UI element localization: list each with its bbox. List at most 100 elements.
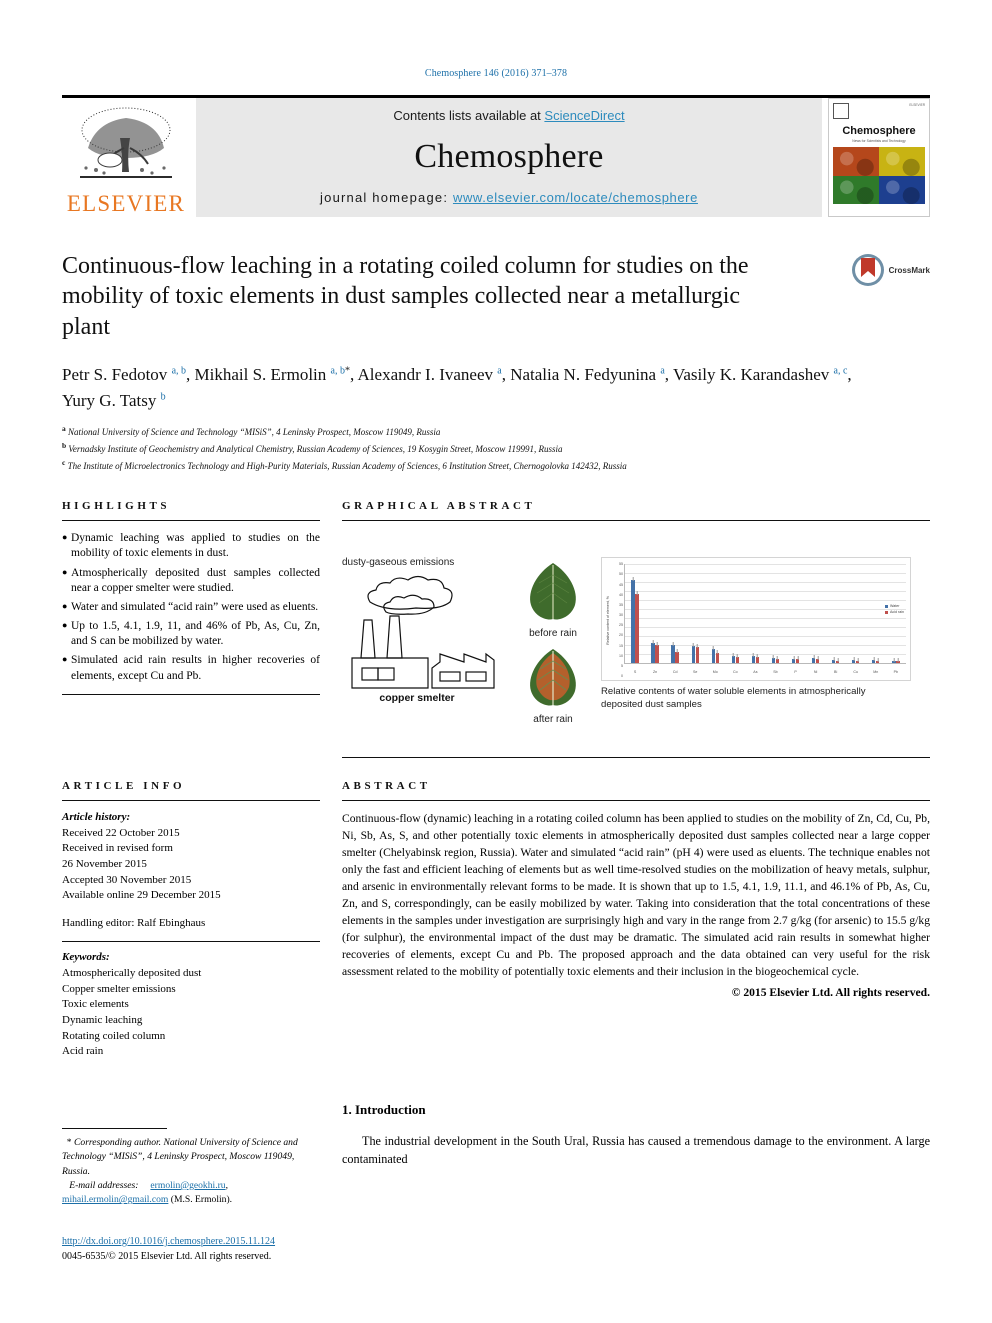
affiliation-text: The Institute of Microelectronics Techno… (67, 461, 627, 472)
affiliation-item: b Vernadsky Institute of Geochemistry an… (62, 440, 930, 457)
chart-x-tick: Se (693, 670, 698, 675)
footnote-star: * (66, 1136, 72, 1148)
chart-bar (651, 640, 655, 664)
footnote-block: * Corresponding author. National Univers… (62, 1094, 320, 1264)
journal-cover-thumbnail[interactable]: ELSEVIER Chemosphere News for Scientists… (828, 98, 930, 217)
cover-elsevier-mark-icon (833, 103, 849, 119)
highlight-item: ● Up to 1.5, 4.1, 1.9, 11, and 46% of Pb… (62, 619, 320, 649)
chart-bar (835, 657, 840, 664)
highlights-rule (62, 520, 320, 522)
chart-legend: Water Acid rain (884, 604, 904, 616)
chart-bar (811, 655, 816, 664)
chart-bar-group (771, 564, 780, 664)
factory-icon (351, 576, 495, 689)
graphical-abstract-heading: GRAPHICAL ABSTRACT (342, 500, 536, 513)
keywords-label: Keywords: (62, 951, 110, 964)
history-line: Received 22 October 2015 (62, 826, 180, 839)
introduction-paragraph: The industrial development in the South … (342, 1133, 930, 1167)
chart-error-bar (773, 654, 774, 659)
affiliation-list: a National University of Science and Tec… (62, 423, 930, 474)
chart-x-tick: Zn (652, 670, 658, 675)
abstract-heading: ABSTRACT (342, 780, 431, 793)
affiliation-item: a National University of Science and Tec… (62, 423, 930, 440)
chart-bar (815, 655, 820, 664)
chart-bar (876, 657, 880, 664)
chart-plot-area: S Zn Cd Se Mo Co As Sb P Ni Bi Cu Mn Pb (624, 564, 906, 674)
corresponding-author-text: Corresponding author. National Universit… (62, 1136, 298, 1177)
chart-bar-group (671, 564, 679, 664)
chart-caption: Relative contents of water soluble eleme… (601, 686, 866, 710)
contents-prefix: Contents lists available at (393, 108, 545, 123)
chart-y-tick: 20 (619, 633, 623, 638)
keyword-item: Copper smelter emissions (62, 982, 176, 995)
graphical-abstract-section: GRAPHICAL ABSTRACT dusty-gaseous emissio… (342, 500, 930, 759)
chart-bars (625, 564, 906, 664)
chart-error-bar (853, 657, 855, 662)
article-history-label: Article history: (62, 811, 131, 824)
chart-error-bar (753, 652, 754, 657)
chart-y-tick: 55 (619, 562, 623, 567)
article-info-heading: ARTICLE INFO (62, 780, 186, 793)
chart-bar-group (831, 564, 840, 664)
chart-error-bar (757, 653, 758, 658)
crossmark-badge[interactable]: CrossMark (851, 253, 930, 287)
leaf-green-icon (530, 563, 576, 620)
email-link-2[interactable]: mihail.ermolin@gmail.com (62, 1194, 168, 1205)
elsevier-tree-icon (80, 107, 172, 178)
chart-bar (791, 655, 796, 664)
corresponding-author-note: * Corresponding author. National Univers… (62, 1136, 320, 1179)
chart-error-bar (656, 642, 658, 647)
chart-bar (896, 657, 900, 664)
leaf-after-label: after rain (533, 714, 573, 726)
highlights-graphical-row: HIGHLIGHTS ● Dynamic leaching was applie… (62, 500, 930, 759)
affiliation-text: Vernadsky Institute of Geochemistry and … (68, 444, 563, 455)
leaf-comparison: before rain after rain (517, 535, 589, 733)
smelter-label: copper smelter (379, 692, 455, 705)
chart-x-tick: Co (733, 670, 738, 675)
chart-x-tick: Cu (853, 670, 859, 675)
chart-x-tick: Mn (873, 670, 879, 675)
doi-link[interactable]: http://dx.doi.org/10.1016/j.chemosphere.… (62, 1236, 275, 1247)
highlight-text: Atmospherically deposited dust samples c… (71, 566, 320, 594)
crossmark-label: CrossMark (888, 265, 930, 275)
keyword-item: Acid rain (62, 1045, 104, 1058)
email-owner: (M.S. Ermolin). (170, 1194, 233, 1206)
sciencedirect-link[interactable]: ScienceDirect (544, 108, 624, 123)
email-link-1[interactable]: ermolin@geokhi.ru (150, 1180, 225, 1191)
journal-homepage-link[interactable]: www.elsevier.com/locate/chemosphere (453, 190, 698, 205)
article-info-rule (62, 800, 320, 802)
chart-x-tick: Mo (712, 670, 718, 675)
chart-error-bar (873, 657, 875, 662)
chart-error-bar (636, 590, 638, 595)
chart-y-axis-label: Relative content of element, % (606, 595, 610, 645)
chart-error-bar (676, 648, 678, 653)
leaf-before-label: before rain (529, 628, 577, 640)
chart-y-tick: 0 (621, 674, 623, 679)
chart-error-bar (712, 645, 714, 650)
chart-error-bar (737, 654, 738, 659)
affiliation-marker: a (62, 424, 66, 434)
highlights-end-rule (62, 693, 320, 695)
page-title: Continuous-flow leaching in a rotating c… (62, 253, 749, 340)
author-list: Petr S. Fedotov a, b, Mikhail S. Ermolin… (62, 365, 852, 410)
contents-line: Contents lists available at ScienceDirec… (393, 108, 624, 123)
running-head: Chemosphere 146 (2016) 371–378 (424, 68, 568, 79)
cover-leaf-orange (833, 147, 879, 176)
chart-y-tick: 50 (619, 572, 623, 577)
chart-bar-group (731, 564, 740, 664)
highlight-text: Water and simulated “acid rain” were use… (71, 600, 319, 613)
chart-error-bar (857, 657, 858, 662)
info-abstract-row: ARTICLE INFO Article history: Received 2… (62, 780, 930, 1060)
chart-error-bar (837, 657, 838, 662)
keyword-item: Atmospherically deposited dust (62, 967, 202, 980)
history-line: 26 November 2015 (62, 858, 147, 871)
keywords-rule (62, 941, 320, 943)
chart-y-tick: 40 (619, 592, 623, 597)
chart-bar-group (631, 564, 639, 664)
cover-leaf-green (833, 175, 879, 204)
chart-error-bar (692, 643, 694, 648)
chart-bar (671, 641, 675, 664)
chart-bar (711, 645, 715, 664)
chart-error-bar (893, 657, 895, 662)
